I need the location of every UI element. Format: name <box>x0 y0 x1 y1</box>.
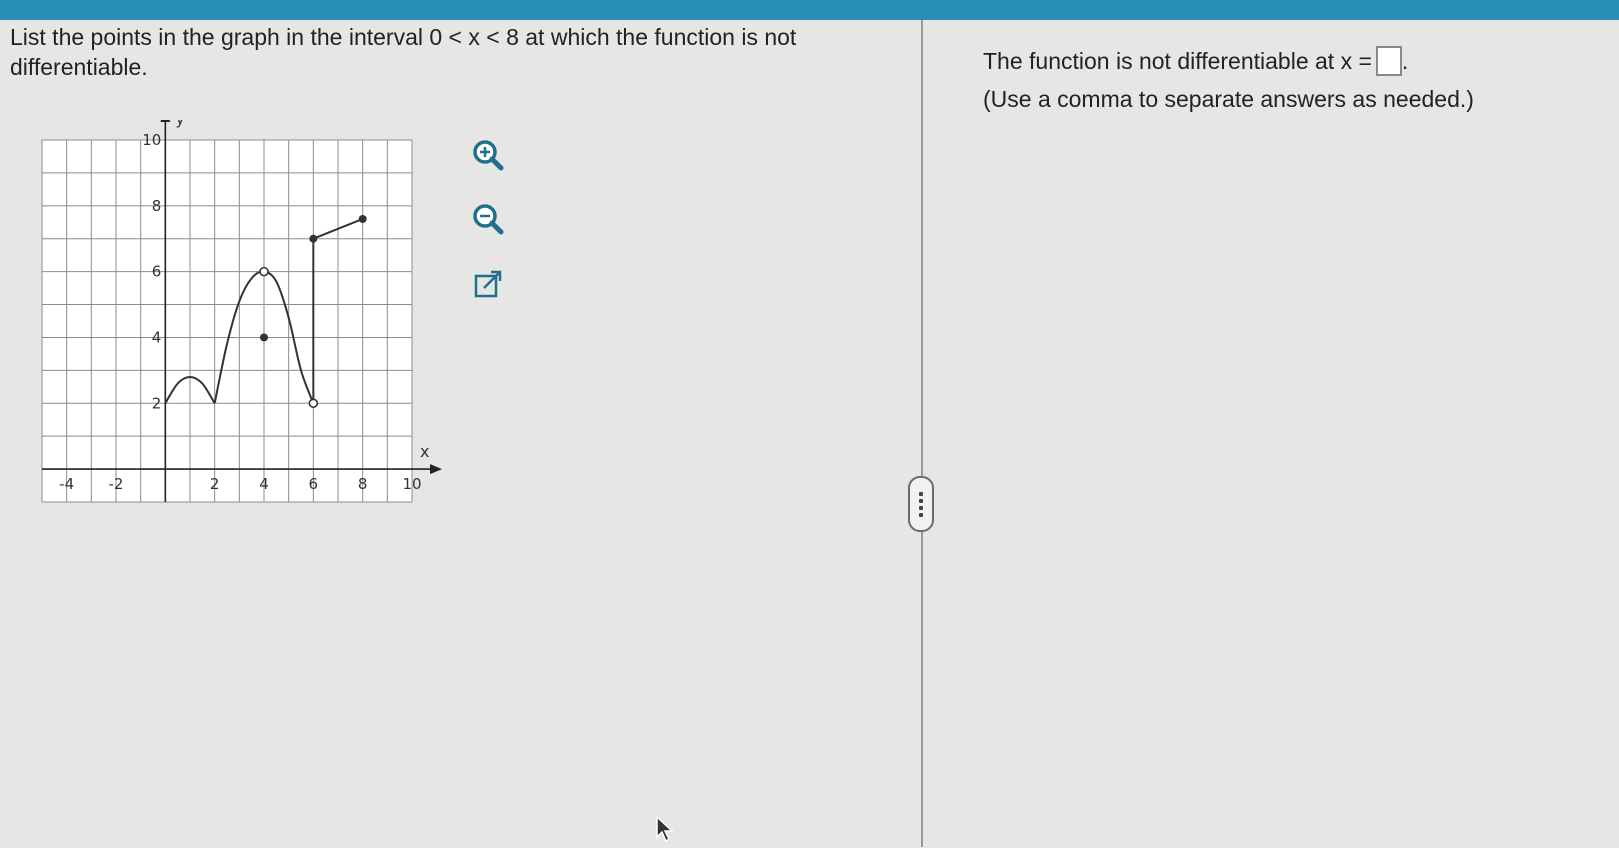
open-point <box>308 398 319 409</box>
x-tick-label: 4 <box>259 475 269 493</box>
y-tick-label: 8 <box>152 197 162 215</box>
y-axis-arrow <box>160 120 171 122</box>
x-tick-label: 8 <box>358 475 368 493</box>
y-axis-label: y <box>175 120 184 128</box>
y-tick-label: 10 <box>142 131 161 149</box>
external-link-icon <box>474 270 502 298</box>
pane-resize-handle[interactable] <box>908 476 934 532</box>
x-axis-label: x <box>420 442 429 461</box>
y-tick-label: 2 <box>152 394 162 412</box>
answer-trailing: . <box>1401 48 1409 74</box>
closed-point <box>260 333 268 342</box>
question-pane: List the points in the graph in the inte… <box>0 20 920 847</box>
x-tick-label: -4 <box>59 475 74 493</box>
top-bar <box>0 0 1619 20</box>
zoom-in-button[interactable] <box>466 134 510 178</box>
open-point <box>259 266 269 277</box>
x-axis-arrow <box>430 464 442 475</box>
pane-divider <box>921 20 923 847</box>
x-tick-label: -2 <box>109 475 124 493</box>
answer-pane: The function is not differentiable at x … <box>935 20 1619 847</box>
x-tick-label: 6 <box>309 475 319 493</box>
zoom-out-button[interactable] <box>466 198 510 242</box>
question-text: List the points in the graph in the inte… <box>10 24 797 80</box>
function-graph: y x -4 -2 2 4 6 8 10 10 8 6 4 2 <box>41 120 442 503</box>
zoom-in-icon <box>473 140 504 171</box>
graph-background <box>42 140 412 502</box>
y-tick-label: 6 <box>152 263 162 281</box>
mouse-cursor-icon <box>655 815 677 848</box>
x-tick-label: 2 <box>210 475 220 493</box>
answer-note: (Use a comma to separate answers as need… <box>983 86 1474 112</box>
y-tick-label: 4 <box>152 328 162 346</box>
zoom-out-icon <box>473 204 504 235</box>
closed-point <box>309 234 318 243</box>
grip-dots-icon <box>919 491 923 517</box>
popout-button[interactable] <box>466 262 510 306</box>
answer-line: The function is not differentiable at x … <box>983 44 1408 78</box>
answer-prompt: The function is not differentiable at x … <box>983 48 1372 74</box>
closed-point <box>358 214 367 223</box>
x-tick-label: 10 <box>402 475 421 493</box>
answer-input[interactable] <box>1375 45 1402 76</box>
